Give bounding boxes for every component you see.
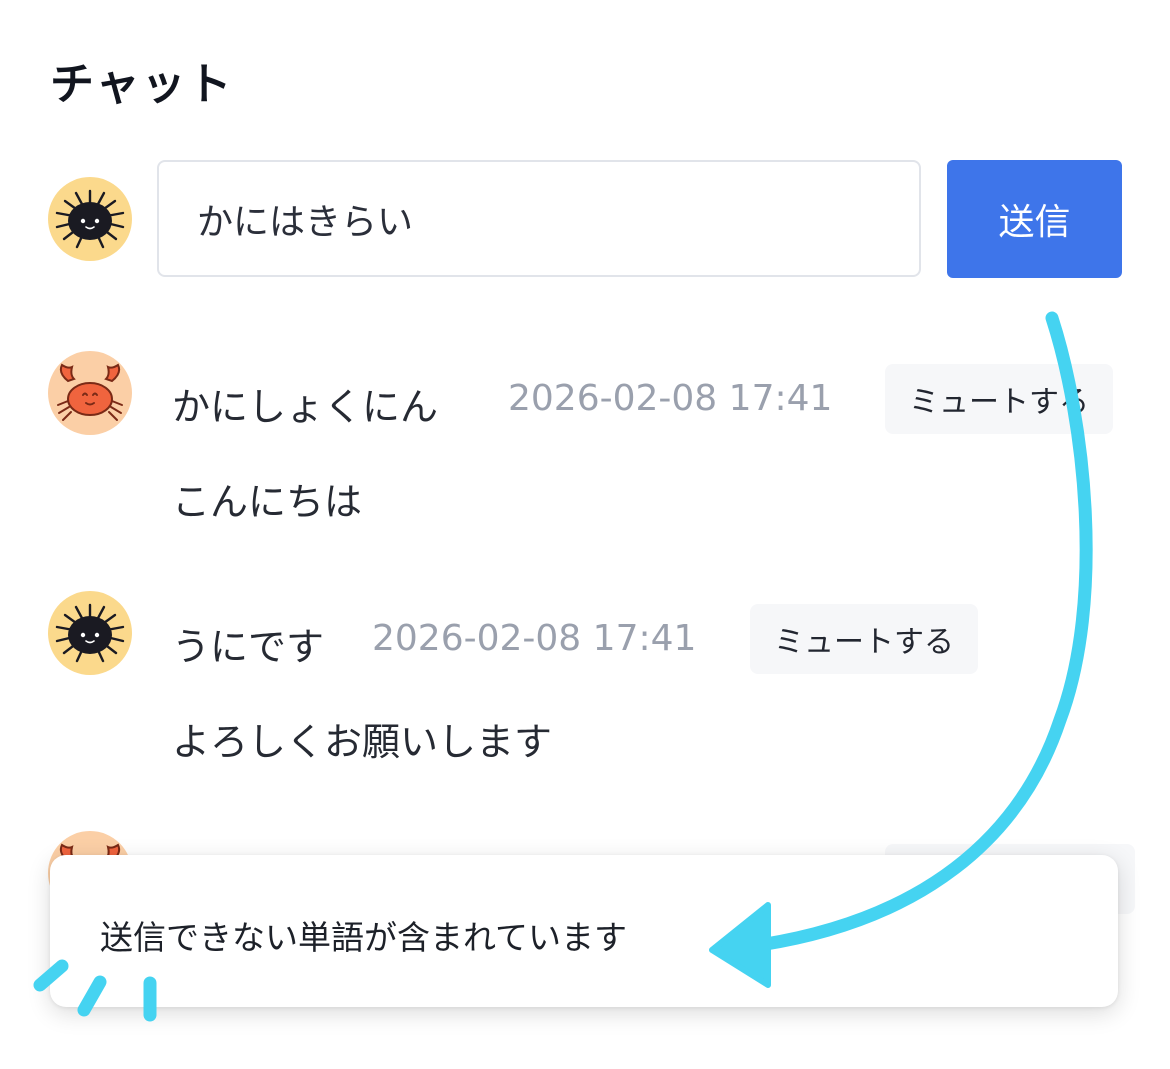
sea-urchin-avatar [48,591,132,675]
sea-urchin-icon [55,603,125,663]
message-input[interactable] [157,160,921,277]
send-button[interactable]: 送信 [947,160,1122,278]
message-timestamp: 2026-02-08 17:41 [508,378,833,419]
crab-avatar [48,351,132,435]
mute-button[interactable]: ミュートする [885,364,1113,434]
sea-urchin-icon [55,189,125,249]
page-title: チャット [50,59,234,110]
crab-icon [57,363,123,421]
message-author: かにしょくにん [172,385,439,429]
toast-message: 送信できない単語が含まれています [100,918,628,957]
sea-urchin-avatar [48,177,132,261]
message-timestamp: 2026-02-08 17:41 [372,618,697,659]
chat-page: チャット 送信 [0,0,1170,1069]
message-text: こんにちは [172,480,363,524]
mute-button[interactable]: ミュートする [750,604,978,674]
message-text: よろしくお願いします [172,720,553,764]
error-toast: 送信できない単語が含まれています [50,855,1118,1007]
message-author: うにです [172,625,325,669]
